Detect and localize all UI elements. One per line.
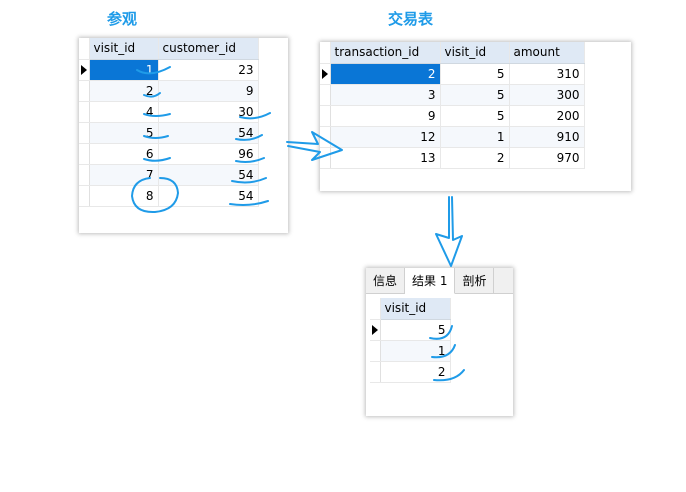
column-header-transaction-id[interactable]: transaction_id (330, 42, 441, 64)
row-header[interactable] (320, 126, 331, 148)
row-header-corner (79, 38, 90, 60)
visits-panel: visit_id customer_id 1 23 2 9 4 30 5 54 6 96 7 54 8 5… (79, 38, 288, 233)
table-row[interactable]: 3 5 300 (320, 84, 585, 106)
cell-amount[interactable]: 910 (509, 126, 585, 148)
cell-visit-id[interactable]: 8 (89, 185, 159, 207)
cell-visit-id[interactable]: 5 (380, 319, 451, 341)
table-row[interactable]: 1 23 (79, 59, 259, 81)
cell-customer-id[interactable]: 23 (158, 59, 259, 81)
cell-transaction-id[interactable]: 13 (330, 147, 441, 169)
result-panel: 信息 结果 1 剖析 visit_id 512 (366, 268, 513, 416)
row-header[interactable] (79, 164, 90, 186)
table-row[interactable]: 29 (79, 80, 259, 102)
transactions-grid: transaction_id visit_id amount 2 5 310 3 5 30… (320, 42, 585, 169)
row-header[interactable] (320, 63, 331, 85)
table-row[interactable]: 2 5 310 (320, 63, 585, 85)
row-header[interactable] (320, 147, 331, 169)
cell-visit-id[interactable]: 2 (380, 361, 451, 383)
cell-visit-id[interactable]: 1 (440, 126, 510, 148)
cell-visit-id[interactable]: 2 (440, 147, 510, 169)
row-header[interactable] (320, 84, 331, 106)
row-header-corner (320, 42, 331, 64)
visits-grid: visit_id customer_id 1 23 2 9 4 30 5 54 6 96 7 54 8 5… (79, 38, 259, 207)
transactions-panel: transaction_id visit_id amount 2 5 310 3 5 30… (320, 42, 631, 191)
cell-visit-id[interactable]: 7 (89, 164, 159, 186)
row-header[interactable] (79, 122, 90, 144)
table-row[interactable]: 13 2 970 (320, 147, 585, 169)
cell-transaction-id[interactable]: 2 (330, 63, 441, 85)
cell-visit-id[interactable]: 1 (380, 340, 451, 362)
column-header-visit-id[interactable]: visit_id (440, 42, 510, 64)
table-row[interactable]: 5 (370, 319, 451, 341)
cell-customer-id[interactable]: 54 (158, 164, 259, 186)
row-header[interactable] (320, 105, 331, 127)
column-header-amount[interactable]: amount (509, 42, 585, 64)
cell-amount[interactable]: 300 (509, 84, 585, 106)
cell-amount[interactable]: 310 (509, 63, 585, 85)
cell-transaction-id[interactable]: 12 (330, 126, 441, 148)
cell-transaction-id[interactable]: 3 (330, 84, 441, 106)
column-header-visit-id[interactable]: visit_id (380, 298, 451, 320)
cell-customer-id[interactable]: 30 (158, 101, 259, 123)
table-row[interactable]: 6 96 (79, 143, 259, 165)
row-header[interactable] (79, 101, 90, 123)
cell-customer-id[interactable]: 54 (158, 122, 259, 144)
column-header-visit-id[interactable]: visit_id (89, 38, 159, 60)
table-row[interactable]: 7 54 (79, 164, 259, 186)
row-header[interactable] (370, 319, 381, 341)
table-row[interactable]: 1 (370, 340, 451, 362)
column-header-customer-id[interactable]: customer_id (158, 38, 259, 60)
arrow-down-icon (435, 196, 463, 267)
table-row[interactable]: 2 (370, 361, 451, 383)
tab-result-1[interactable]: 结果 1 (405, 268, 456, 294)
cell-visit-id[interactable]: 2 (89, 80, 159, 102)
current-row-pointer-icon (321, 69, 328, 79)
table-row[interactable]: 5 54 (79, 122, 259, 144)
row-header[interactable] (79, 143, 90, 165)
row-header[interactable] (370, 361, 381, 383)
row-header[interactable] (79, 80, 90, 102)
row-header[interactable] (370, 340, 381, 362)
result-tabs: 信息 结果 1 剖析 (366, 268, 513, 294)
current-row-pointer-icon (371, 325, 378, 335)
row-header[interactable] (79, 59, 90, 81)
current-row-pointer-icon (80, 65, 87, 75)
row-header[interactable] (79, 185, 90, 207)
cell-visit-id[interactable]: 4 (89, 101, 159, 123)
result-grid: visit_id 512 (370, 298, 451, 383)
table-row[interactable]: 8 54 (79, 185, 259, 207)
table-row[interactable]: 4 30 (79, 101, 259, 123)
cell-customer-id[interactable]: 54 (158, 185, 259, 207)
tab-info[interactable]: 信息 (366, 268, 406, 293)
cell-amount[interactable]: 200 (509, 105, 585, 127)
cell-transaction-id[interactable]: 9 (330, 105, 441, 127)
cell-visit-id[interactable]: 6 (89, 143, 159, 165)
cell-customer-id[interactable]: 9 (158, 80, 259, 102)
cell-visit-id[interactable]: 5 (440, 105, 510, 127)
row-header-corner (370, 298, 381, 320)
cell-visit-id[interactable]: 5 (440, 84, 510, 106)
tab-profile[interactable]: 剖析 (455, 268, 495, 293)
cell-visit-id[interactable]: 5 (89, 122, 159, 144)
cell-visit-id[interactable]: 5 (440, 63, 510, 85)
cell-visit-id[interactable]: 1 (89, 59, 159, 81)
transactions-heading: 交易表 (388, 10, 434, 28)
cell-customer-id[interactable]: 96 (158, 143, 259, 165)
table-row[interactable]: 9 5 200 (320, 105, 585, 127)
cell-amount[interactable]: 970 (509, 147, 585, 169)
table-row[interactable]: 12 1 910 (320, 126, 585, 148)
visits-heading: 参观 (107, 10, 138, 28)
